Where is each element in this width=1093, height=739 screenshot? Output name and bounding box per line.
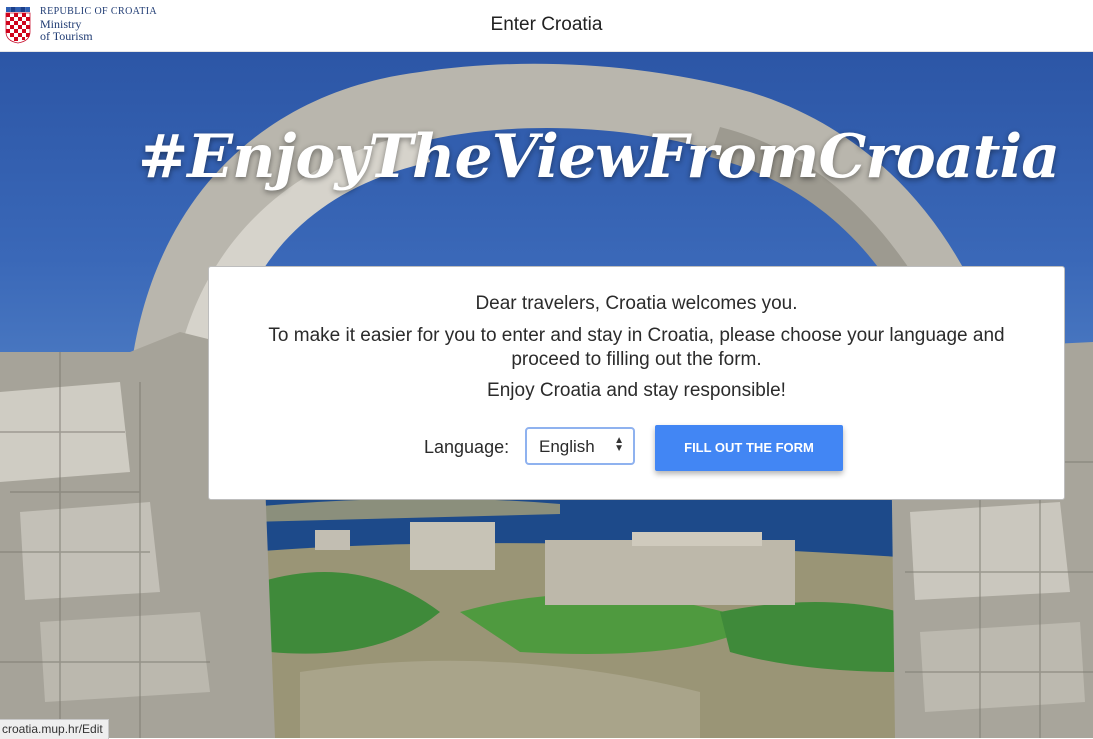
language-label: Language: [424, 437, 510, 457]
language-select[interactable]: English ▲ ▼ [525, 427, 635, 465]
welcome-card: Dear travelers, Croatia welcomes you. To… [208, 266, 1065, 500]
welcome-closing: Enjoy Croatia and stay responsible! [487, 380, 786, 401]
hero-hashtag: #EnjoyTheViewFromCroatia [138, 122, 1060, 192]
header: REPUBLIC OF CROATIA Ministry of Tourism … [0, 0, 1093, 52]
welcome-greeting: Dear travelers, Croatia welcomes you. [475, 293, 798, 314]
page-title: Enter Croatia [490, 14, 603, 35]
language-selected-value: English [539, 437, 595, 456]
fill-out-form-button[interactable]: FILL OUT THE FORM [655, 425, 843, 471]
select-arrows-icon: ▲ ▼ [614, 435, 624, 454]
language-row: Language: English ▲ ▼ FILL OUT THE FORM [209, 425, 1064, 471]
welcome-instructions: To make it easier for you to enter and s… [268, 325, 1005, 370]
status-bar-url: croatia.mup.hr/Edit [0, 719, 109, 739]
